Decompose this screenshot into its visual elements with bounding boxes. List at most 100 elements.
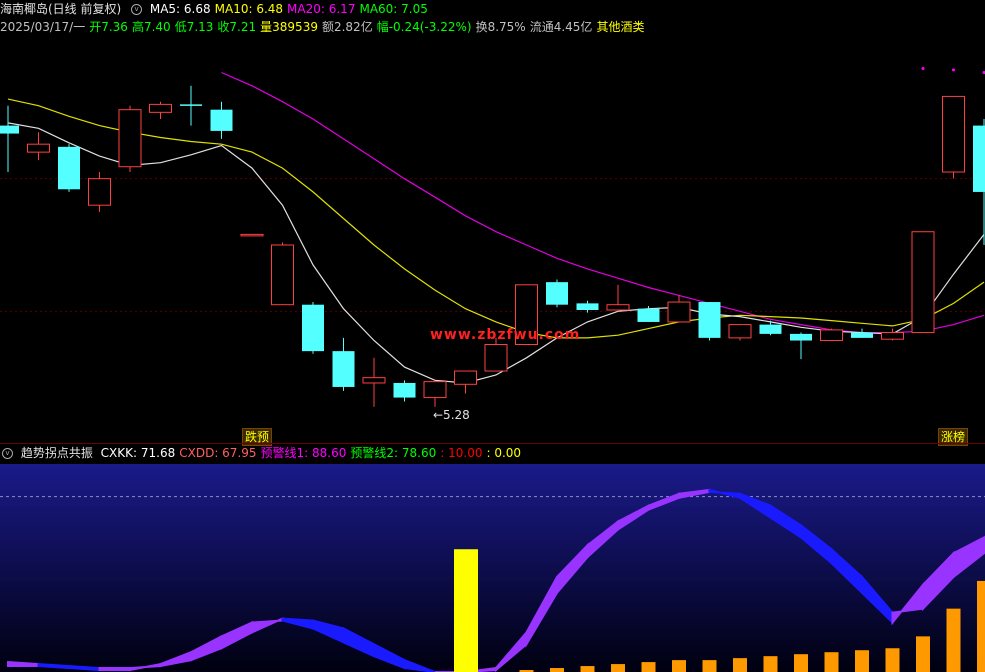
candle-30 <box>911 231 935 334</box>
candle-body-26 <box>790 333 812 341</box>
candle-body-24 <box>728 324 752 339</box>
indicator-value-5: : 0.00 <box>486 446 522 460</box>
candle-23 <box>698 302 721 341</box>
candle-15 <box>454 370 477 394</box>
quote-item-2: 高7.40 <box>131 20 171 34</box>
signal-bar-31 <box>946 608 961 672</box>
quote-item-10: 其他酒类 <box>596 20 645 34</box>
signal-bar-21 <box>641 662 656 672</box>
signal-bar-23 <box>702 660 717 672</box>
quote-item-5: 量389539 <box>260 20 318 34</box>
low-price-label: ←5.28 <box>433 408 470 422</box>
candle-24 <box>728 324 752 341</box>
indicator-value-0: CXKK: 71.68 <box>100 446 176 460</box>
candle-9 <box>271 242 294 306</box>
trend-ribbon-3 <box>98 667 131 672</box>
quote-item-7: 幅-0.24(-3.22%) <box>376 20 472 34</box>
candle-body-12 <box>362 377 386 384</box>
candle-3 <box>88 172 111 212</box>
candle-body-19 <box>576 303 599 311</box>
candle-26 <box>790 332 812 360</box>
candle-2 <box>58 144 80 192</box>
candle-body-27 <box>820 329 843 342</box>
candle-body-30 <box>911 231 935 334</box>
signal-bar-18 <box>550 668 564 672</box>
quote-item-9: 流通4.45亿 <box>529 20 593 34</box>
candle-1 <box>27 132 50 161</box>
indicator-value-4: : 10.00 <box>440 446 483 460</box>
watermark: www.zbzfwu.com <box>430 327 581 343</box>
quote-item-8: 换8.75% <box>475 20 526 34</box>
ma-legend-item-2: MA20: 6.17 <box>287 2 356 16</box>
candle-body-0 <box>0 125 19 134</box>
candle-body-11 <box>332 351 355 387</box>
quote-item-6: 额2.82亿 <box>321 20 373 34</box>
signal-bar-27 <box>824 652 839 672</box>
signal-bar-28 <box>855 650 869 672</box>
candle-7 <box>210 101 233 139</box>
candle-body-29 <box>881 332 904 340</box>
ma-legend-item-3: MA60: 7.05 <box>359 2 428 16</box>
candle-12 <box>362 357 386 407</box>
candle-body-15 <box>454 370 477 385</box>
candle-body-31 <box>942 95 965 173</box>
candle-20 <box>606 284 630 312</box>
main-header: 海南椰岛(日线 前复权) v MA5: 6.68 MA10: 6.48 MA20: … <box>0 0 436 18</box>
candle-body-22 <box>667 301 691 323</box>
candle-body-8 <box>240 233 264 237</box>
candle-5 <box>149 101 172 119</box>
candle-27 <box>820 328 843 342</box>
signal-bar-32 <box>977 580 985 672</box>
candle-4 <box>118 105 142 173</box>
indicator-chart <box>0 464 985 672</box>
candle-29 <box>881 328 904 341</box>
candle-body-25 <box>759 324 782 334</box>
ma10-line <box>7 98 985 339</box>
indicator-title: 趋势拐点共振 <box>20 446 93 460</box>
signal-bar-22 <box>672 660 686 672</box>
candle-31 <box>942 95 965 179</box>
signal-bar-25 <box>763 656 778 672</box>
candle-body-10 <box>302 304 324 352</box>
chevron-down-icon[interactable]: v <box>2 448 13 459</box>
indicator-value-2: 预警线1: 88.60 <box>260 446 347 460</box>
candle-body-7 <box>210 109 233 131</box>
candle-body-2 <box>58 146 80 190</box>
candle-body-20 <box>606 304 630 311</box>
candle-11 <box>332 337 355 391</box>
ma60-point-1 <box>952 68 955 72</box>
ma60-point-0 <box>921 67 925 71</box>
candle-body-5 <box>149 103 172 113</box>
signal-bar-19 <box>580 666 595 672</box>
candle-body-4 <box>118 109 142 168</box>
signal-bar-24 <box>733 658 747 672</box>
indicator-values: CXKK: 71.68 CXDD: 67.95 预警线1: 88.60 预警线2: 7… <box>101 446 525 460</box>
candle-28 <box>851 328 873 338</box>
candle-14 <box>423 381 447 407</box>
candle-body-9 <box>271 244 294 306</box>
ma-legend: MA5: 6.68 MA10: 6.48 MA20: 6.17 MA60: 7.05 <box>150 2 432 16</box>
candle-18 <box>546 279 568 308</box>
candle-32 <box>973 118 985 245</box>
candle-body-21 <box>637 308 660 322</box>
ma-legend-item-1: MA10: 6.48 <box>214 2 284 16</box>
candle-body-32 <box>973 125 985 192</box>
quote-item-0: 2025/03/17/一 <box>0 20 86 34</box>
candle-8 <box>240 233 264 237</box>
chevron-down-icon[interactable]: v <box>131 4 143 15</box>
quote-line: 2025/03/17/一 开7.36 高7.40 低7.13 收7.21 量389539 额… <box>0 18 648 36</box>
candle-body-14 <box>423 381 447 399</box>
indicator-header: v 趋势拐点共振 CXKK: 71.68 CXDD: 67.95 预警线1: 88.… <box>0 444 529 462</box>
candle-body-16 <box>484 344 508 372</box>
signal-bar-30 <box>916 636 930 672</box>
indicator-value-1: CXDD: 67.95 <box>179 446 257 460</box>
ma-legend-item-0: MA5: 6.68 <box>149 2 211 16</box>
candle-22 <box>667 295 691 323</box>
candle-6 <box>180 85 202 126</box>
quote-item-4: 收7.21 <box>217 20 257 34</box>
ma20-line <box>221 71 985 334</box>
signal-bar-26 <box>794 654 808 672</box>
candle-10 <box>302 302 324 354</box>
stock-title: 海南椰岛(日线 前复权) <box>0 2 122 16</box>
candle-body-6 <box>180 104 202 106</box>
